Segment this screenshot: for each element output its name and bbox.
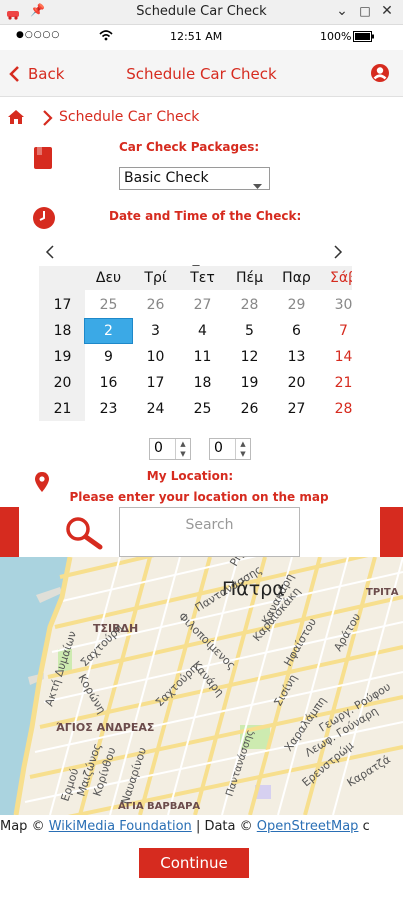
- book-icon: [33, 146, 53, 174]
- search-icon[interactable]: [65, 516, 103, 554]
- calendar-day[interactable]: 24: [132, 397, 179, 421]
- calendar-day[interactable]: 11: [179, 345, 226, 369]
- calendar: ΔευΤρίΤετΠέμΠαρΣάβ1725262728293018234567…: [0, 236, 403, 426]
- calendar-day[interactable]: 16: [85, 371, 132, 395]
- wikimedia-link[interactable]: WikiMedia Foundation: [49, 819, 192, 834]
- map-attribution: Map © WikiMedia Foundation | Data © Open…: [0, 819, 403, 837]
- calendar-day[interactable]: 21: [320, 371, 352, 395]
- weekday-header-cell: Τετ: [190, 270, 215, 286]
- calendar-day[interactable]: 10: [132, 345, 179, 369]
- map-label-tripia: ΤΡΙΤΑ: [366, 587, 399, 598]
- map-street-label: Παντανάσσης: [223, 728, 256, 798]
- openstreetmap-link[interactable]: OpenStreetMap: [257, 819, 359, 834]
- calendar-day[interactable]: 14: [320, 345, 352, 369]
- calendar-day[interactable]: 6: [273, 319, 320, 343]
- calendar-day[interactable]: 17: [132, 371, 179, 395]
- calendar-day[interactable]: 26: [132, 293, 179, 317]
- search-bar-left-edge: [0, 507, 19, 557]
- battery-icon: [353, 31, 375, 45]
- packages-label: Car Check Packages:: [119, 140, 260, 154]
- breadcrumb: Schedule Car Check: [0, 104, 403, 132]
- calendar-day[interactable]: 26: [226, 397, 273, 421]
- map-search-bar: Search: [0, 507, 403, 557]
- calendar-day[interactable]: 28: [320, 397, 352, 421]
- calendar-next-button[interactable]: [333, 244, 343, 263]
- page-title: Schedule Car Check: [126, 65, 277, 83]
- calendar-day[interactable]: 12: [226, 345, 273, 369]
- package-selected-value: Basic Check: [124, 170, 209, 186]
- week-number: 20: [53, 375, 72, 391]
- calendar-day[interactable]: 27: [273, 397, 320, 421]
- location-label: My Location:: [146, 469, 234, 483]
- calendar-day[interactable]: 4: [179, 319, 226, 343]
- chevron-right-icon: [41, 109, 53, 131]
- package-select[interactable]: Basic Check: [119, 167, 270, 190]
- window-titlebar: 📌 Schedule Car Check ⌄ □ ✕: [0, 0, 403, 25]
- calendar-day[interactable]: 30: [320, 293, 352, 317]
- minute-value: 0: [214, 440, 223, 456]
- account-icon[interactable]: [370, 63, 390, 87]
- calendar-day-selected[interactable]: 2: [84, 318, 133, 344]
- calendar-prev-button[interactable]: [45, 244, 55, 263]
- search-bar-right-edge: [380, 507, 403, 557]
- calendar-day[interactable]: 9: [85, 345, 132, 369]
- calendar-day[interactable]: 27: [179, 293, 226, 317]
- spinner-arrows-icon[interactable]: ▲ ▼: [235, 439, 250, 459]
- hour-value: 0: [154, 440, 163, 456]
- calendar-day[interactable]: 5: [226, 319, 273, 343]
- search-placeholder: Search: [185, 517, 234, 533]
- home-icon[interactable]: [7, 109, 25, 129]
- dropdown-arrow-icon: [253, 175, 262, 194]
- calendar-day[interactable]: 28: [226, 293, 273, 317]
- week-number: 19: [53, 349, 72, 365]
- signal-dots: ●○○○○: [16, 30, 61, 40]
- status-time: 12:51 AM: [170, 30, 223, 43]
- map-label-agios-andreas: ΆΓΙΟΣ ΑΝΔΡΕΑΣ: [56, 721, 154, 734]
- calendar-day[interactable]: 7: [320, 319, 352, 343]
- battery-level: 100%: [320, 30, 352, 43]
- status-bar: ●○○○○ 12:51 AM 100%: [0, 25, 403, 49]
- wifi-icon: [99, 29, 113, 44]
- continue-button[interactable]: Continue: [139, 848, 249, 878]
- map-view[interactable]: Πάτρα ΤΣΙΒΔΗ ΆΓΙΟΣ ΑΝΔΡΕΑΣ ΑΓΙΑ ΒΑΡΒΑΡΑ …: [0, 557, 403, 815]
- weekday-header-cell: Πέμ: [235, 270, 263, 286]
- calendar-day[interactable]: 18: [179, 371, 226, 395]
- app-bar: Back Schedule Car Check: [0, 50, 403, 97]
- attribution-suffix: c: [362, 819, 370, 834]
- clock-icon: [32, 206, 56, 234]
- restore-icon[interactable]: □: [356, 4, 374, 18]
- calendar-day[interactable]: 13: [273, 345, 320, 369]
- search-input[interactable]: Search: [119, 507, 300, 557]
- attribution-separator: | Data ©: [195, 819, 253, 834]
- close-icon[interactable]: ✕: [378, 3, 396, 19]
- minute-spinner[interactable]: 0 ▲ ▼: [209, 438, 251, 460]
- week-number: 18: [53, 323, 72, 339]
- location-hint: Please enter your location on the map: [69, 490, 329, 504]
- datetime-label: Date and Time of the Check:: [109, 209, 302, 223]
- weekday-header-cell: Τρί: [144, 270, 167, 286]
- calendar-day[interactable]: 29: [273, 293, 320, 317]
- week-number: 21: [53, 401, 72, 417]
- calendar-day[interactable]: 20: [273, 371, 320, 395]
- calendar-day[interactable]: 3: [132, 319, 179, 343]
- weekday-header-cell: Παρ: [282, 270, 311, 286]
- chevron-down-icon[interactable]: ⌄: [333, 3, 351, 19]
- weekday-header-cell: Σάβ: [329, 270, 352, 286]
- week-number: 17: [53, 297, 72, 313]
- weekday-header-cell: Δευ: [95, 270, 122, 286]
- calendar-grid: ΔευΤρίΤετΠέμΠαρΣάβ1725262728293018234567…: [39, 266, 352, 421]
- breadcrumb-current: Schedule Car Check: [59, 109, 200, 125]
- map-street-label: Σισίνη: [271, 672, 300, 708]
- spinner-arrows-icon[interactable]: ▲ ▼: [175, 439, 190, 459]
- calendar-day[interactable]: 25: [85, 293, 132, 317]
- hour-spinner[interactable]: 0 ▲ ▼: [149, 438, 191, 460]
- attribution-prefix: Map ©: [0, 819, 45, 834]
- calendar-day[interactable]: 23: [85, 397, 132, 421]
- calendar-day[interactable]: 25: [179, 397, 226, 421]
- calendar-day[interactable]: 19: [226, 371, 273, 395]
